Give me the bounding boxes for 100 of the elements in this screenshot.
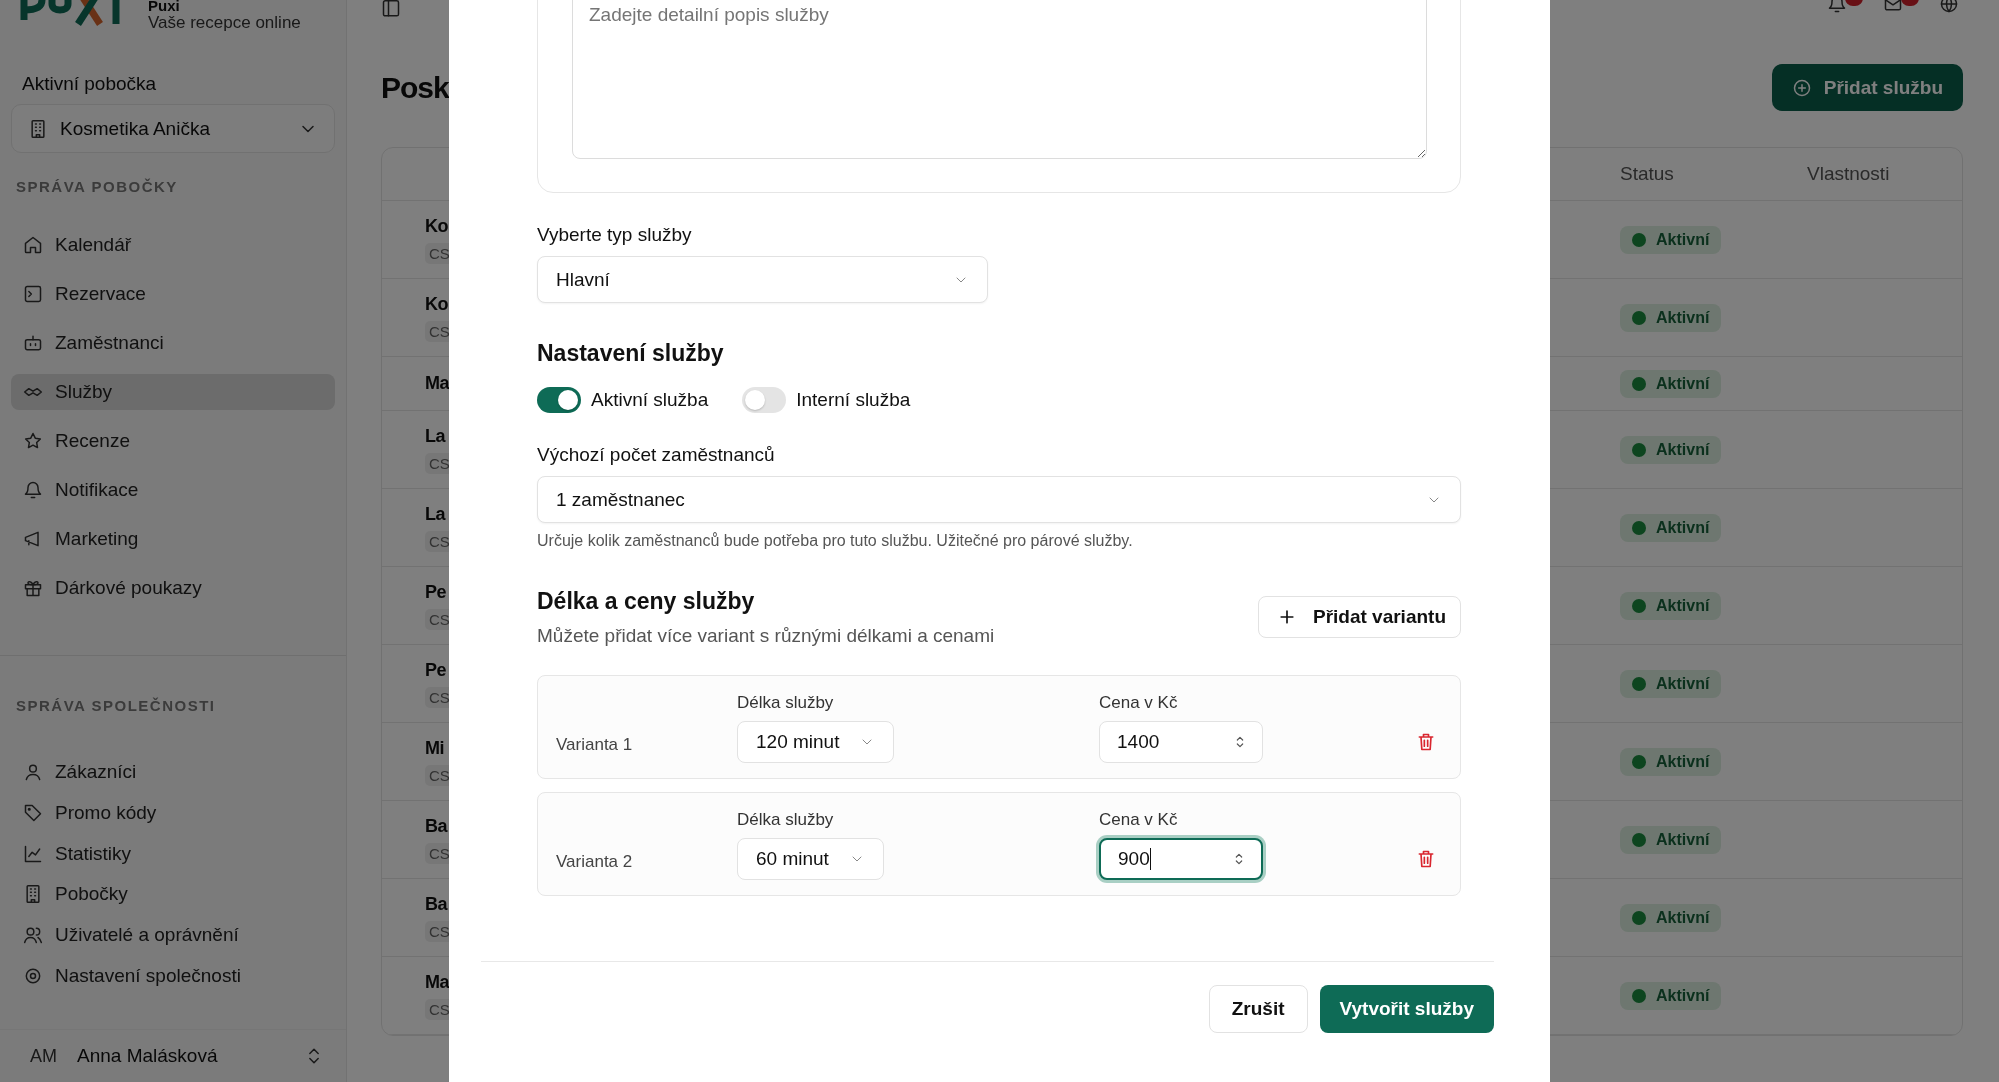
table-cell: Ko xyxy=(425,293,448,315)
status-badge: Aktivní xyxy=(1620,981,1722,1010)
select-field[interactable]: Hlavní xyxy=(537,256,988,303)
section-heading: SPRÁVA POBOČKY xyxy=(16,177,179,197)
status-dot xyxy=(1632,910,1646,925)
users-icon xyxy=(23,925,43,946)
status-badge: Aktivní xyxy=(1620,669,1722,698)
field-label: Cena v Kč xyxy=(1099,693,1179,713)
status-dot xyxy=(1632,754,1646,769)
user-name: Anna Malásková xyxy=(77,1045,219,1067)
field-label: Délka služby xyxy=(737,810,835,830)
price-field[interactable]: 900 xyxy=(1099,838,1263,880)
select-field[interactable]: 1 zaměstnanec xyxy=(537,476,1461,523)
variant-label: Varianta 2 xyxy=(556,852,634,873)
plus-circle-icon xyxy=(1791,77,1812,98)
price-field[interactable]: 1400 xyxy=(1099,721,1263,763)
table-cell: Ma xyxy=(425,373,449,394)
chart-icon xyxy=(23,843,43,864)
variant-label: Varianta 1 xyxy=(556,735,634,756)
mail-icon xyxy=(1883,0,1903,14)
status-badge: Aktivní xyxy=(1620,513,1722,542)
status-dot xyxy=(1632,598,1646,613)
status-badge: Aktivní xyxy=(1620,747,1722,776)
status-dot xyxy=(1632,676,1646,691)
sidebar-toggle-icon xyxy=(381,0,401,20)
bell-icon xyxy=(23,480,43,500)
star-icon xyxy=(23,431,43,451)
nav-item[interactable]: Statistiky xyxy=(11,839,335,868)
robot-icon xyxy=(23,333,43,353)
duration-select[interactable]: 60 minut xyxy=(737,838,884,880)
add-service-button[interactable]: Přidat službu xyxy=(1771,64,1963,111)
nav-item[interactable]: Promo kódy xyxy=(11,798,335,827)
nav-item[interactable]: Služby xyxy=(11,374,335,410)
brand-tagline: Vaše recepce online xyxy=(148,13,301,33)
status-dot xyxy=(1632,442,1646,457)
create-button[interactable]: Vytvořit služby xyxy=(1319,985,1494,1033)
section-heading: Délka a ceny služby xyxy=(537,587,756,615)
branch-select[interactable]: Kosmetika Anička xyxy=(11,104,335,153)
nav-item[interactable]: Nastavení společnosti xyxy=(11,962,335,990)
brand-name: Puxi xyxy=(148,0,181,13)
status-dot xyxy=(1632,988,1646,1003)
nav-item[interactable]: Recenze xyxy=(11,423,335,459)
nav-item[interactable]: Notifikace xyxy=(11,472,335,508)
status-badge: Aktivní xyxy=(1620,903,1722,932)
status-dot xyxy=(1632,310,1646,325)
nav-item[interactable]: Dárkové poukazy xyxy=(11,570,335,606)
section-description: Můžete přidat více variant s různými délkami a cenami xyxy=(537,625,995,647)
status-badge: Aktivní xyxy=(1620,225,1722,254)
status-badge: Aktivní xyxy=(1620,435,1722,464)
column-header: Status xyxy=(1620,163,1675,185)
globe-icon xyxy=(1939,0,1959,14)
helper-text: Určuje kolik zaměstnanců bude potřeba pro tuto službu. Užitečné pro párové služby. xyxy=(537,532,1134,550)
terminal-icon xyxy=(23,284,43,304)
bell-icon xyxy=(1827,0,1847,14)
toggle-switch[interactable]: Aktivní služba xyxy=(537,387,709,413)
cancel-button[interactable]: Zrušit xyxy=(1208,985,1308,1033)
table-cell: Ko xyxy=(425,215,448,237)
table-cell: La xyxy=(425,503,445,525)
nav-item[interactable]: Pobočky xyxy=(11,880,335,909)
page-title: Posk xyxy=(381,70,449,105)
nav-item[interactable]: Zaměstnanci xyxy=(11,325,335,361)
description-field[interactable]: Zadejte detailní popis služby xyxy=(572,0,1427,159)
field-label: Vyberte typ služby xyxy=(537,223,693,247)
tag-icon xyxy=(23,802,43,823)
home-icon xyxy=(23,235,43,255)
building-icon xyxy=(23,884,43,905)
table-cell: La xyxy=(425,425,445,447)
nav-item[interactable]: Rezervace xyxy=(11,276,335,312)
status-badge: Aktivní xyxy=(1620,303,1722,332)
status-dot xyxy=(1632,520,1646,535)
nav-item[interactable]: Uživatelé a oprávnění xyxy=(11,921,335,950)
status-dot xyxy=(1632,832,1646,847)
add-variant-button[interactable]: Přidat variantu xyxy=(1257,596,1461,638)
table-cell: Ba xyxy=(425,893,447,915)
table-cell: Ba xyxy=(425,815,447,837)
status-dot xyxy=(1632,232,1646,247)
nav-item[interactable]: Marketing xyxy=(11,521,335,557)
avatar-initials: AM xyxy=(30,1045,57,1067)
field-label: Délka služby xyxy=(737,693,835,713)
trash-icon xyxy=(1416,731,1436,753)
table-cell: Mi xyxy=(425,737,444,759)
trash-icon xyxy=(1416,848,1436,870)
gift-icon xyxy=(23,578,43,598)
status-dot xyxy=(1632,376,1646,391)
status-badge: Aktivní xyxy=(1620,591,1722,620)
field-label: Výchozí počet zaměstnanců xyxy=(537,443,776,467)
building-icon xyxy=(28,118,48,139)
column-header: Vlastnosti xyxy=(1807,163,1891,185)
section-heading: Nastavení služby xyxy=(537,339,725,367)
branch-label: Aktivní pobočka xyxy=(22,72,158,96)
toggle-switch[interactable]: Interní služba xyxy=(742,387,911,413)
status-badge: Aktivní xyxy=(1620,369,1722,398)
table-cell: Pe xyxy=(425,659,446,681)
duration-select[interactable]: 120 minut xyxy=(737,721,895,763)
field-label: Cena v Kč xyxy=(1099,810,1179,830)
section-heading: SPRÁVA SPOLEČNOSTI xyxy=(16,696,217,716)
status-badge: Aktivní xyxy=(1620,825,1722,854)
nav-item[interactable]: Kalendář xyxy=(11,227,335,263)
table-cell: Pe xyxy=(425,581,446,603)
nav-item[interactable]: Zákazníci xyxy=(11,758,335,786)
